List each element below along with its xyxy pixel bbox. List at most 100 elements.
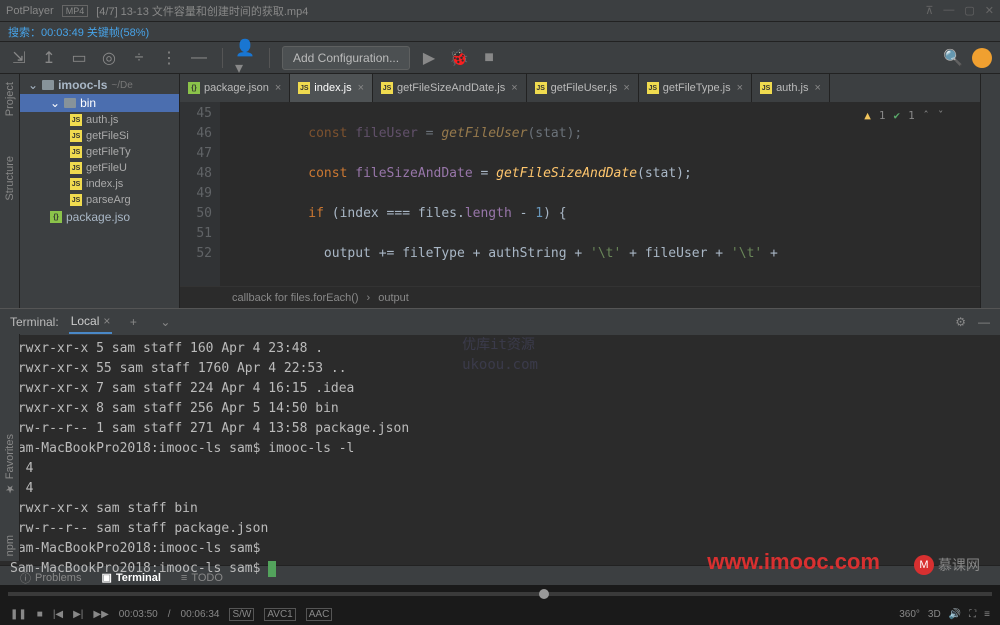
terminal-line: -rw-r--r-- sam staff package.json — [10, 519, 990, 539]
close-tab-icon[interactable]: × — [103, 314, 110, 328]
close-tab-icon[interactable]: × — [737, 82, 743, 94]
tab-index-js[interactable]: JSindex.js× — [290, 74, 373, 102]
npm-tool-tab[interactable]: npm — [4, 535, 16, 556]
structure-tool-tab[interactable]: Structure — [4, 156, 16, 201]
collapse-up-icon[interactable]: ↥ — [38, 47, 60, 69]
close-tab-icon[interactable]: × — [511, 82, 517, 94]
file-item[interactable]: JSauth.js — [20, 112, 179, 128]
js-icon: JS — [381, 82, 393, 94]
app-name: PotPlayer — [6, 5, 54, 17]
expand-icon[interactable]: ⇲ — [8, 47, 30, 69]
codec-badge: AAC — [306, 608, 333, 621]
prev-icon[interactable]: |◀ — [53, 609, 63, 620]
right-tool-rail — [980, 74, 1000, 308]
separator — [222, 48, 223, 68]
run-icon[interactable]: ▶ — [418, 47, 440, 69]
seek-thumb[interactable] — [539, 589, 549, 599]
chevron-down-icon[interactable]: ⌄ — [154, 311, 176, 333]
logo-icon: M — [914, 555, 934, 575]
minimize-icon[interactable]: — — [943, 4, 954, 17]
maximize-icon[interactable]: ▢ — [964, 4, 974, 17]
tab-package-json[interactable]: {}package.json× — [180, 74, 290, 102]
tab-getfileuser[interactable]: JSgetFileUser.js× — [527, 74, 639, 102]
stop-icon[interactable]: ■ — [37, 609, 43, 620]
player-controls: ❚❚ ■ |◀ ▶| ▶▶ 00:03:50 / 00:06:34 S/W AV… — [0, 603, 1000, 625]
terminal-body[interactable]: 优库it资源ukoou.com drwxr-xr-x 5 sam staff 1… — [0, 335, 1000, 565]
js-icon: JS — [70, 146, 82, 158]
close-icon[interactable]: ✕ — [985, 4, 994, 17]
file-item[interactable]: JSindex.js — [20, 176, 179, 192]
pin-icon[interactable]: ⊼ — [925, 4, 933, 17]
bin-folder[interactable]: ⌄ bin — [20, 94, 179, 112]
fullscreen-icon[interactable]: ⛶ — [969, 609, 976, 620]
terminal-line: Sam-MacBookPro2018:imooc-ls sam$ imooc-l… — [10, 439, 990, 459]
add-configuration-button[interactable]: Add Configuration... — [282, 46, 410, 70]
project-tool-tab[interactable]: Project — [4, 82, 16, 116]
editor-area: {}package.json× JSindex.js× JSgetFileSiz… — [180, 74, 980, 308]
close-tab-icon[interactable]: × — [623, 82, 629, 94]
js-icon: JS — [760, 82, 772, 94]
file-item[interactable]: JSgetFileU — [20, 160, 179, 176]
gear-icon[interactable]: ⚙ — [955, 315, 966, 329]
json-icon: {} — [188, 82, 200, 94]
next-icon[interactable]: ▶| — [73, 609, 83, 620]
step-icon[interactable]: ▶▶ — [93, 609, 108, 620]
format-badge: MP4 — [62, 5, 89, 17]
code-breadcrumb[interactable]: callback for files.forEach()›output — [180, 286, 980, 308]
volume-icon[interactable]: 🔊 — [949, 609, 961, 620]
chevron-down-icon: ⌄ — [28, 78, 38, 92]
debug-icon[interactable]: 🐞 — [448, 47, 470, 69]
panel-icon[interactable]: ▭ — [68, 47, 90, 69]
3d-icon[interactable]: 3D — [928, 609, 941, 620]
terminal-label: Terminal: — [10, 315, 59, 329]
file-item[interactable]: JSgetFileTy — [20, 144, 179, 160]
terminal-line: 3 4 — [10, 479, 990, 499]
js-icon: JS — [70, 194, 82, 206]
file-item[interactable]: JSparseArg — [20, 192, 179, 208]
close-tab-icon[interactable]: × — [358, 82, 364, 94]
terminal-line: 3 4 — [10, 459, 990, 479]
url-watermark: www.imooc.com — [707, 549, 880, 575]
terminal-tab-local[interactable]: Local× — [69, 310, 113, 334]
left-tool-rail-lower: ★ Favorites npm — [0, 334, 20, 561]
stop-icon[interactable]: ■ — [478, 47, 500, 69]
js-icon: JS — [70, 162, 82, 174]
minimize-panel-icon[interactable]: — — [978, 315, 990, 329]
js-icon: JS — [70, 130, 82, 142]
file-item[interactable]: JSgetFileSi — [20, 128, 179, 144]
favorites-tool-tab[interactable]: ★ Favorites — [4, 434, 16, 495]
player-seekbar[interactable] — [0, 585, 1000, 603]
tab-getfiletype[interactable]: JSgetFileType.js× — [639, 74, 752, 102]
avatar-icon[interactable] — [972, 48, 992, 68]
terminal-cursor — [268, 561, 276, 577]
js-icon: JS — [70, 114, 82, 126]
search-icon[interactable]: 🔍 — [942, 47, 964, 69]
project-root[interactable]: ⌄ imooc-ls ~/De — [20, 76, 179, 94]
playlist-icon[interactable]: ≡ — [984, 609, 990, 620]
file-item[interactable]: {}package.jso — [20, 208, 179, 226]
target-icon[interactable]: ◎ — [98, 47, 120, 69]
js-icon: JS — [535, 82, 547, 94]
js-icon: JS — [298, 82, 310, 94]
js-icon: JS — [70, 178, 82, 190]
codec-badge: AVC1 — [264, 608, 295, 621]
divide-icon[interactable]: ÷ — [128, 47, 150, 69]
vr-icon[interactable]: 360° — [899, 609, 920, 620]
more-icon[interactable]: ⋮ — [158, 47, 180, 69]
tab-auth-js[interactable]: JSauth.js× — [752, 74, 830, 102]
add-terminal-icon[interactable]: + — [122, 311, 144, 333]
close-tab-icon[interactable]: × — [275, 82, 281, 94]
folder-icon — [42, 80, 54, 90]
code-content[interactable]: const fileUser = getFileUser(stat); cons… — [220, 102, 980, 286]
folder-icon — [64, 98, 76, 108]
collapse-icon[interactable]: — — [188, 47, 210, 69]
close-tab-icon[interactable]: × — [814, 82, 820, 94]
user-icon[interactable]: 👤▾ — [235, 47, 257, 69]
pause-icon[interactable]: ❚❚ — [10, 609, 27, 620]
project-panel: ⌄ imooc-ls ~/De ⌄ bin JSauth.js JSgetFil… — [20, 74, 180, 308]
video-filename: [4/7] 13-13 文件容量和创建时间的获取.mp4 — [96, 3, 308, 19]
code-editor[interactable]: ▲1 ✔1 ˆ ˇ 45 46 47 48 49 50 51 52 const … — [180, 102, 980, 286]
tab-getfilesize[interactable]: JSgetFileSizeAndDate.js× — [373, 74, 527, 102]
terminal-line: drwxr-xr-x 8 sam staff 256 Apr 5 14:50 b… — [10, 399, 990, 419]
line-gutter: 45 46 47 48 49 50 51 52 — [180, 102, 220, 286]
